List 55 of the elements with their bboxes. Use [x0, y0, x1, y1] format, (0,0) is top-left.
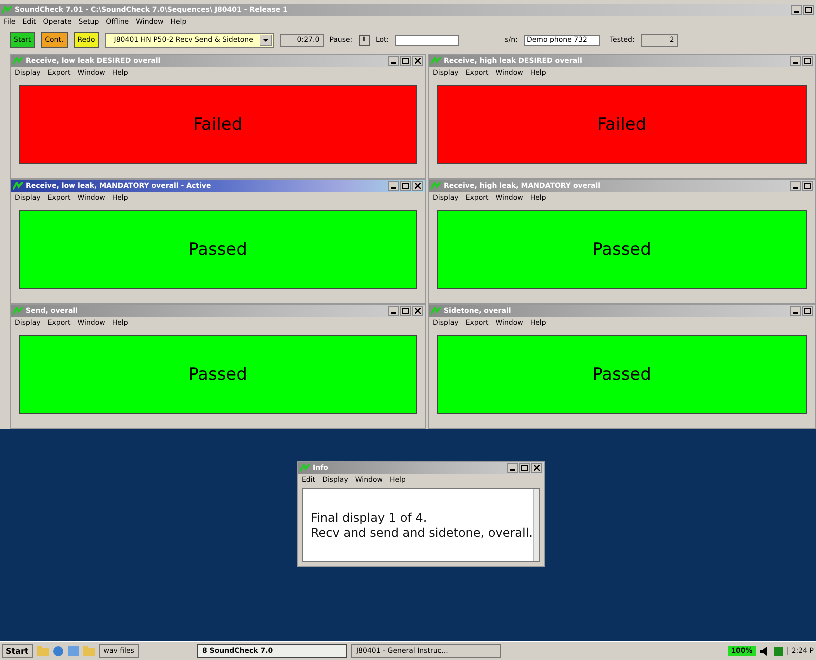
maximize-icon: [521, 465, 528, 471]
result-banner: Passed: [437, 335, 807, 414]
maximize-button[interactable]: [400, 306, 411, 316]
maximize-button[interactable]: [400, 56, 411, 66]
minimize-button[interactable]: [791, 5, 802, 15]
maximize-button[interactable]: [803, 5, 814, 15]
close-icon: [534, 465, 540, 471]
minimize-button[interactable]: [790, 306, 801, 316]
close-button[interactable]: [531, 463, 542, 473]
maximize-icon: [402, 308, 409, 314]
minimize-button[interactable]: [388, 306, 399, 316]
maximize-button[interactable]: [802, 306, 813, 316]
app-icon: [13, 306, 23, 316]
close-button[interactable]: [412, 56, 423, 66]
close-icon: [414, 308, 420, 314]
close-button[interactable]: [412, 181, 423, 191]
app-icon: [431, 56, 441, 66]
app-icon: [13, 56, 23, 66]
maximize-button[interactable]: [802, 181, 813, 191]
maximize-icon: [804, 58, 811, 64]
scrollbar[interactable]: [533, 489, 539, 561]
app-icon: [2, 6, 12, 14]
minimize-button[interactable]: [388, 181, 399, 191]
result-banner: Failed: [437, 85, 807, 164]
tray-icon[interactable]: [774, 646, 783, 656]
close-icon: [414, 183, 420, 189]
close-icon: [414, 58, 420, 64]
maximize-icon: [402, 58, 409, 64]
app-icon: [13, 182, 23, 190]
maximize-button[interactable]: [400, 181, 411, 191]
minimize-button[interactable]: [388, 56, 399, 66]
dropdown-arrow-icon[interactable]: [260, 34, 272, 46]
lot-input-field[interactable]: [395, 34, 460, 46]
maximize-button[interactable]: [519, 463, 530, 473]
maximize-icon: [804, 183, 811, 189]
app-icon: [431, 306, 441, 316]
info-text: Recv and send and sidetone, overall.: [311, 526, 533, 541]
maximize-icon: [805, 7, 812, 13]
result-banner: Passed: [19, 210, 417, 289]
close-button[interactable]: [412, 306, 423, 316]
result-banner: Failed: [19, 85, 417, 164]
maximize-icon: [804, 308, 811, 314]
minimize-button[interactable]: [507, 463, 518, 473]
minimize-button[interactable]: [790, 56, 801, 66]
info-text: Final display 1 of 4.: [311, 511, 428, 526]
app-icon: [300, 464, 310, 472]
result-banner: Passed: [19, 335, 417, 414]
globe-icon[interactable]: [52, 646, 64, 656]
speaker-icon[interactable]: [760, 646, 770, 656]
result-banner: Passed: [437, 210, 807, 289]
app-icon: [431, 182, 441, 190]
minimize-button[interactable]: [790, 181, 801, 191]
maximize-button[interactable]: [802, 56, 813, 66]
start-button[interactable]: Start: [2, 644, 33, 658]
maximize-icon: [402, 183, 409, 189]
